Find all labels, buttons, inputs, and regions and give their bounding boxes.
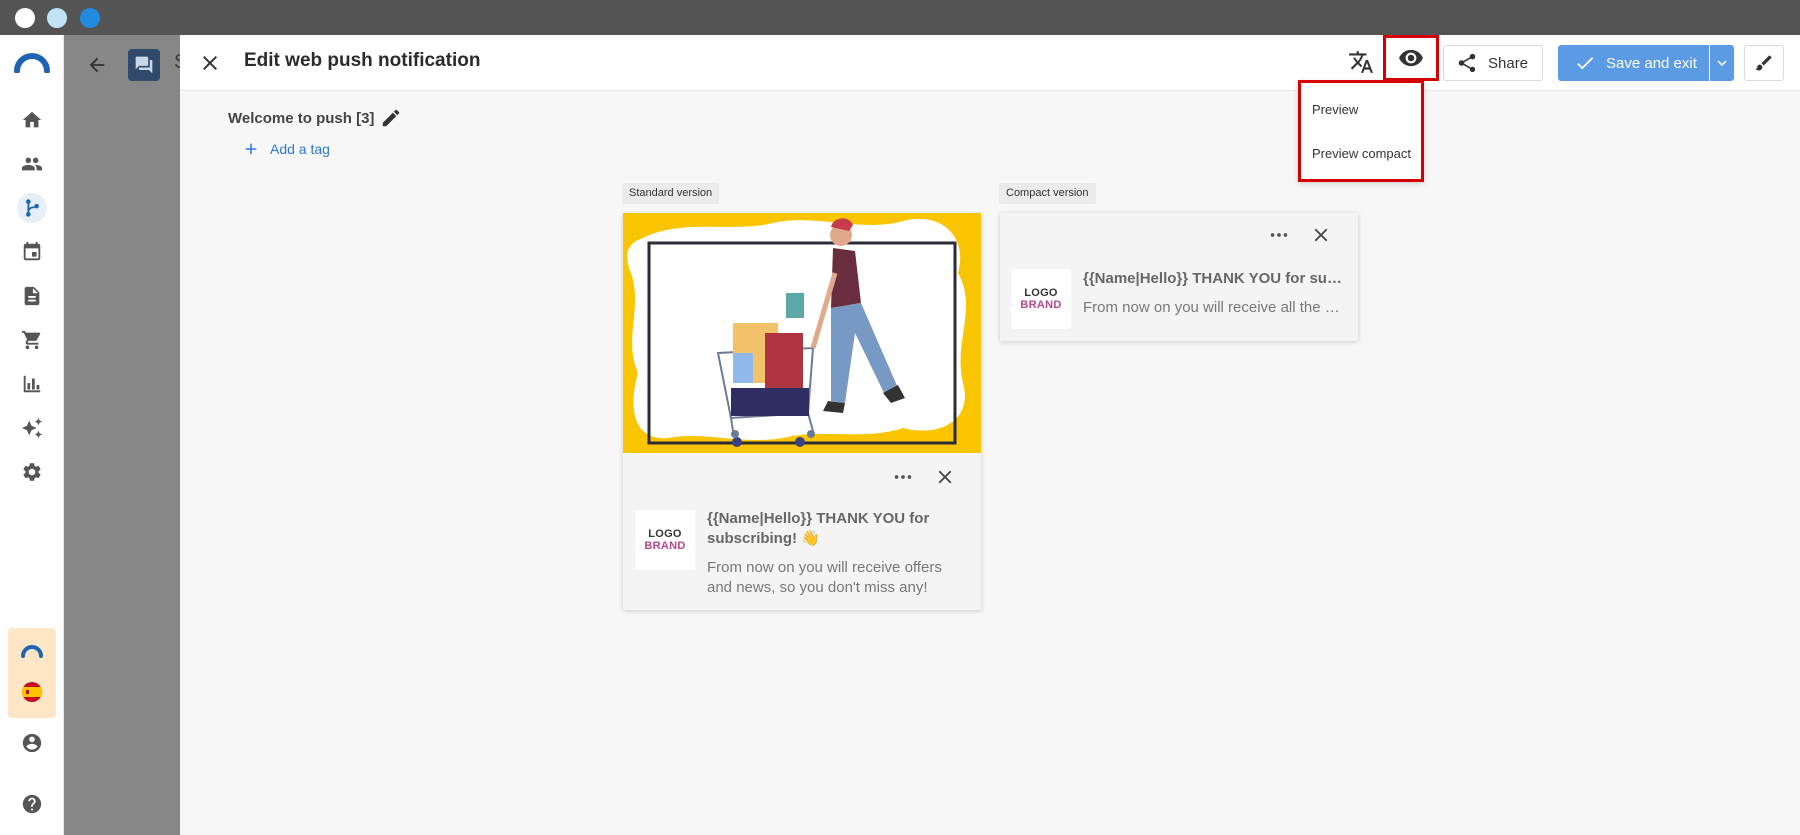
share-icon — [1458, 53, 1476, 73]
calendar-icon[interactable] — [17, 237, 47, 267]
save-and-exit-button[interactable]: Save and exit — [1558, 45, 1709, 81]
eye-icon — [1399, 49, 1423, 67]
notification-image — [623, 213, 981, 453]
window-close-dot[interactable] — [15, 8, 35, 28]
window-titlebar — [0, 0, 1800, 35]
logo-line-2: BRAND — [1020, 299, 1062, 311]
chevron-down-icon — [1717, 60, 1727, 66]
add-tag-label: Add a tag — [270, 141, 330, 157]
translate-icon[interactable] — [1348, 49, 1376, 77]
design-brush-button[interactable] — [1744, 45, 1784, 81]
document-icon[interactable] — [17, 281, 47, 311]
menu-item-preview[interactable]: Preview — [1312, 102, 1358, 117]
background-overlay: S — [64, 35, 187, 835]
notification-title: {{Name|Hello}} THANK YOU for subscribing… — [707, 510, 930, 547]
home-icon[interactable] — [17, 105, 47, 135]
help-icon[interactable] — [17, 789, 47, 819]
standard-version-label: Standard version — [622, 183, 720, 204]
compact-notification-card: LOGO BRAND {{Name|Hello}} THANK YOU for … — [1000, 213, 1358, 341]
close-icon[interactable] — [198, 51, 222, 75]
page-title: Edit web push notification — [244, 50, 481, 71]
cart-icon[interactable] — [17, 325, 47, 355]
window-minimize-dot[interactable] — [47, 8, 67, 28]
back-arrow-icon[interactable] — [86, 54, 108, 76]
share-button[interactable]: Share — [1443, 45, 1543, 81]
sparkle-icon[interactable] — [17, 413, 47, 443]
gear-icon[interactable] — [17, 457, 47, 487]
preview-menu: Preview Preview compact — [1298, 80, 1424, 182]
panel-header: Edit web push notification Share Save an… — [180, 35, 1800, 91]
notification-title: {{Name|Hello}} THANK YOU for subscribing… — [1083, 270, 1345, 287]
user-icon[interactable] — [17, 728, 47, 758]
compact-version-label: Compact version — [999, 183, 1096, 204]
brand-logo: LOGO BRAND — [1011, 269, 1071, 329]
brush-icon — [1755, 55, 1772, 71]
notification-body: From now on you will receive offers and … — [707, 559, 942, 596]
chat-icon — [128, 49, 160, 81]
edit-panel: Edit web push notification Share Save an… — [180, 35, 1800, 835]
app-logo[interactable] — [14, 51, 50, 73]
add-tag-link[interactable]: Add a tag — [242, 140, 330, 158]
share-label: Share — [1488, 54, 1529, 72]
more-options-icon[interactable] — [1267, 223, 1291, 247]
logo-line-2: BRAND — [644, 540, 686, 552]
standard-notification-card: LOGO BRAND {{Name|Hello}} THANK YOU for … — [623, 213, 981, 610]
promo-panel[interactable] — [8, 628, 56, 718]
promo-logo — [21, 645, 43, 658]
menu-item-preview-compact[interactable]: Preview compact — [1312, 146, 1411, 161]
edit-pencil-icon[interactable] — [380, 107, 402, 129]
notification-body: From now on you will receive all the off… — [1083, 299, 1345, 316]
people-icon[interactable] — [17, 149, 47, 179]
more-options-icon[interactable] — [891, 465, 915, 489]
check-icon — [1577, 57, 1594, 70]
plus-icon — [245, 143, 257, 155]
left-nav — [0, 35, 64, 835]
brand-logo: LOGO BRAND — [635, 510, 695, 570]
logo-line-1: LOGO — [1024, 287, 1058, 299]
logo-line-1: LOGO — [648, 528, 682, 540]
flow-icon[interactable] — [17, 193, 47, 223]
preview-eye-button[interactable] — [1383, 35, 1439, 81]
save-options-dropdown[interactable] — [1710, 45, 1734, 81]
chart-icon[interactable] — [17, 369, 47, 399]
campaign-name: Welcome to push [3] — [228, 110, 375, 127]
close-icon[interactable] — [933, 465, 957, 489]
spain-flag-icon — [22, 682, 42, 702]
save-label: Save and exit — [1606, 54, 1697, 72]
window-maximize-dot[interactable] — [80, 8, 100, 28]
close-icon[interactable] — [1309, 223, 1333, 247]
